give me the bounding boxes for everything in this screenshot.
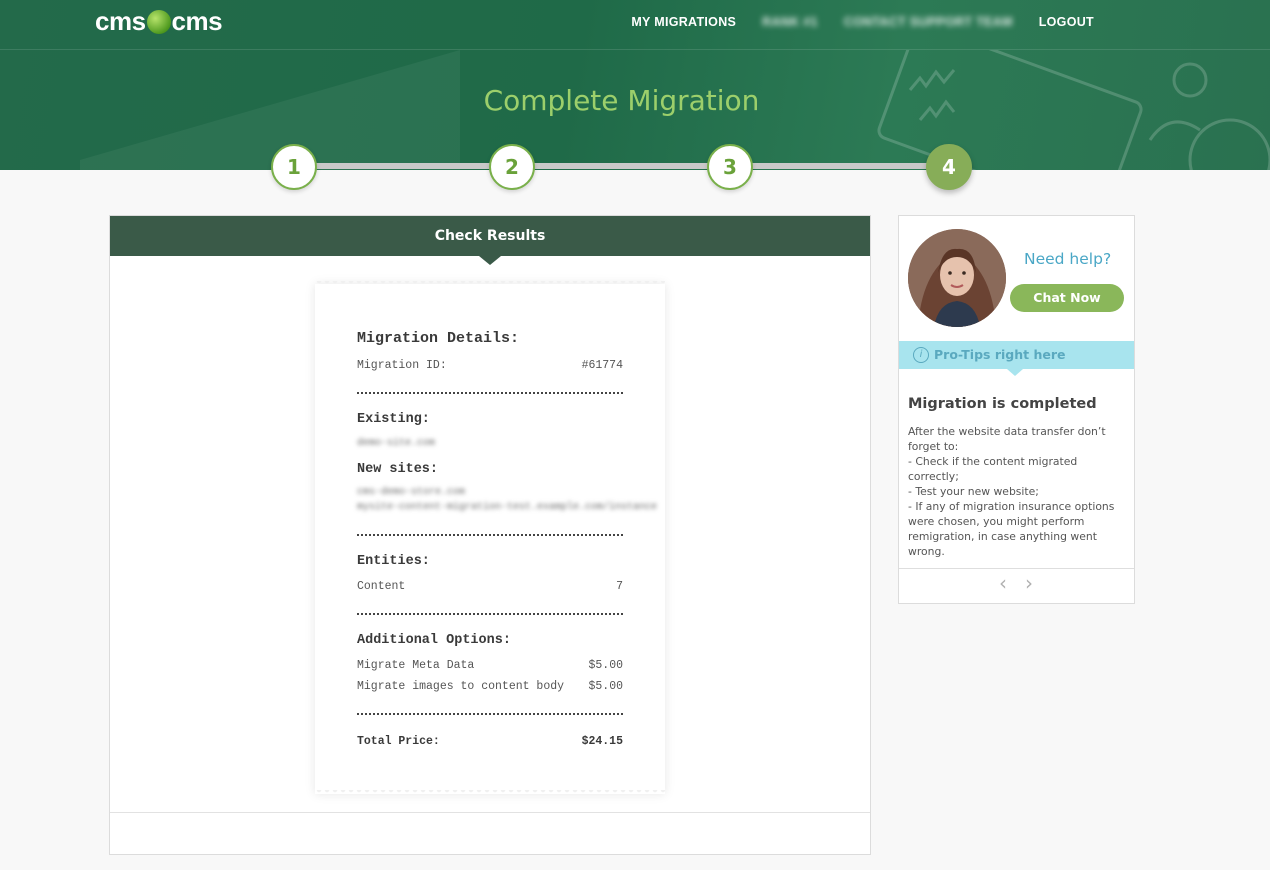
page-title: Complete Migration — [483, 84, 760, 117]
receipt-separator — [357, 613, 623, 615]
steps-progress-line — [293, 163, 949, 169]
tip-line: - If any of migration insurance options … — [908, 500, 1115, 558]
tip-line: - Check if the content migrated correctl… — [908, 455, 1078, 483]
receipt-top-edge — [315, 281, 665, 287]
main-nav: MY MIGRATIONS RANK #1 CONTACT SUPPORT TE… — [605, 15, 1094, 29]
pro-tips-label: Pro-Tips right here — [934, 347, 1066, 362]
pro-tips-banner: i Pro-Tips right here — [899, 341, 1134, 369]
step-3: 3 — [707, 144, 753, 190]
receipt: Migration Details: Migration ID: #61774 … — [315, 281, 665, 796]
nav-rank[interactable]: RANK #1 — [762, 15, 818, 29]
logo-text-right: cms — [171, 5, 223, 36]
next-tip-chevron-right-icon[interactable]: › — [1020, 572, 1038, 594]
option-meta-data-price: $5.00 — [588, 659, 623, 672]
new-sites-heading: New sites: — [357, 462, 439, 477]
migration-id-row: Migration ID: #61774 — [357, 359, 623, 372]
receipt-separator — [357, 392, 623, 394]
migration-id-value: #61774 — [581, 359, 623, 372]
tip-title: Migration is completed — [908, 396, 1097, 412]
migration-id-label: Migration ID: — [357, 359, 447, 372]
tip-body: After the website data transfer don’t fo… — [908, 424, 1124, 559]
option-images-label: Migrate images to content body — [357, 680, 565, 693]
chat-now-button[interactable]: Chat Now — [1010, 284, 1124, 312]
top-navbar: cms cms MY MIGRATIONS RANK #1 CONTACT SU… — [0, 0, 1270, 50]
need-help-text: Need help? — [1024, 250, 1112, 268]
cms2cms-logo[interactable]: cms cms — [95, 5, 223, 36]
support-agent-avatar — [908, 229, 1006, 327]
additional-options-heading: Additional Options: — [357, 633, 511, 648]
nav-user-name[interactable]: CONTACT SUPPORT TEAM — [844, 15, 1013, 29]
check-results-panel: Check Results Migration Details: Migrati… — [109, 215, 871, 855]
total-price-value: $24.15 — [581, 735, 623, 748]
logo-ball-icon — [146, 10, 171, 34]
step-2: 2 — [489, 144, 535, 190]
tip-line: After the website data transfer don’t fo… — [908, 425, 1106, 453]
panel-heading: Check Results — [110, 216, 870, 256]
new-site-url-2: mysite-content-migration-test.example.co… — [357, 502, 658, 513]
content-row: Content 7 — [357, 580, 623, 593]
option-meta-data-label: Migrate Meta Data — [357, 659, 475, 672]
panel-heading-pointer — [479, 256, 501, 265]
option-images-price: $5.00 — [588, 680, 623, 693]
tips-nav-divider — [899, 568, 1134, 569]
hero-banner: cms cms MY MIGRATIONS RANK #1 CONTACT SU… — [0, 0, 1270, 170]
existing-site-url: demo-site.com — [357, 438, 436, 449]
avatar-portrait-icon — [908, 229, 1006, 327]
panel-footer-divider — [110, 812, 870, 813]
option-images-row: Migrate images to content body $5.00 — [357, 680, 623, 693]
receipt-separator — [357, 713, 623, 715]
migration-details-heading: Migration Details: — [357, 330, 520, 347]
total-price-label: Total Price: — [357, 735, 440, 748]
step-4-active: 4 — [926, 144, 972, 190]
entities-heading: Entities: — [357, 554, 430, 569]
receipt-separator — [357, 534, 623, 536]
step-1: 1 — [271, 144, 317, 190]
logo-text-left: cms — [95, 5, 146, 36]
tip-line: - Test your new website; — [908, 485, 1039, 498]
content-label: Content — [357, 580, 406, 593]
option-meta-data-row: Migrate Meta Data $5.00 — [357, 659, 623, 672]
new-site-url-1: cms-demo-store.com — [357, 487, 466, 498]
pro-tips-pointer — [1007, 369, 1023, 376]
prev-tip-chevron-left-icon[interactable]: ‹ — [994, 572, 1012, 594]
nav-my-migrations[interactable]: MY MIGRATIONS — [631, 15, 736, 29]
existing-heading: Existing: — [357, 412, 430, 427]
receipt-bottom-edge — [315, 790, 665, 796]
help-sidebar: Need help? Chat Now i Pro-Tips right her… — [898, 215, 1135, 604]
total-price-row: Total Price: $24.15 — [357, 735, 623, 748]
nav-logout[interactable]: LOGOUT — [1039, 15, 1094, 29]
info-icon: i — [913, 347, 929, 363]
content-count: 7 — [616, 580, 623, 593]
